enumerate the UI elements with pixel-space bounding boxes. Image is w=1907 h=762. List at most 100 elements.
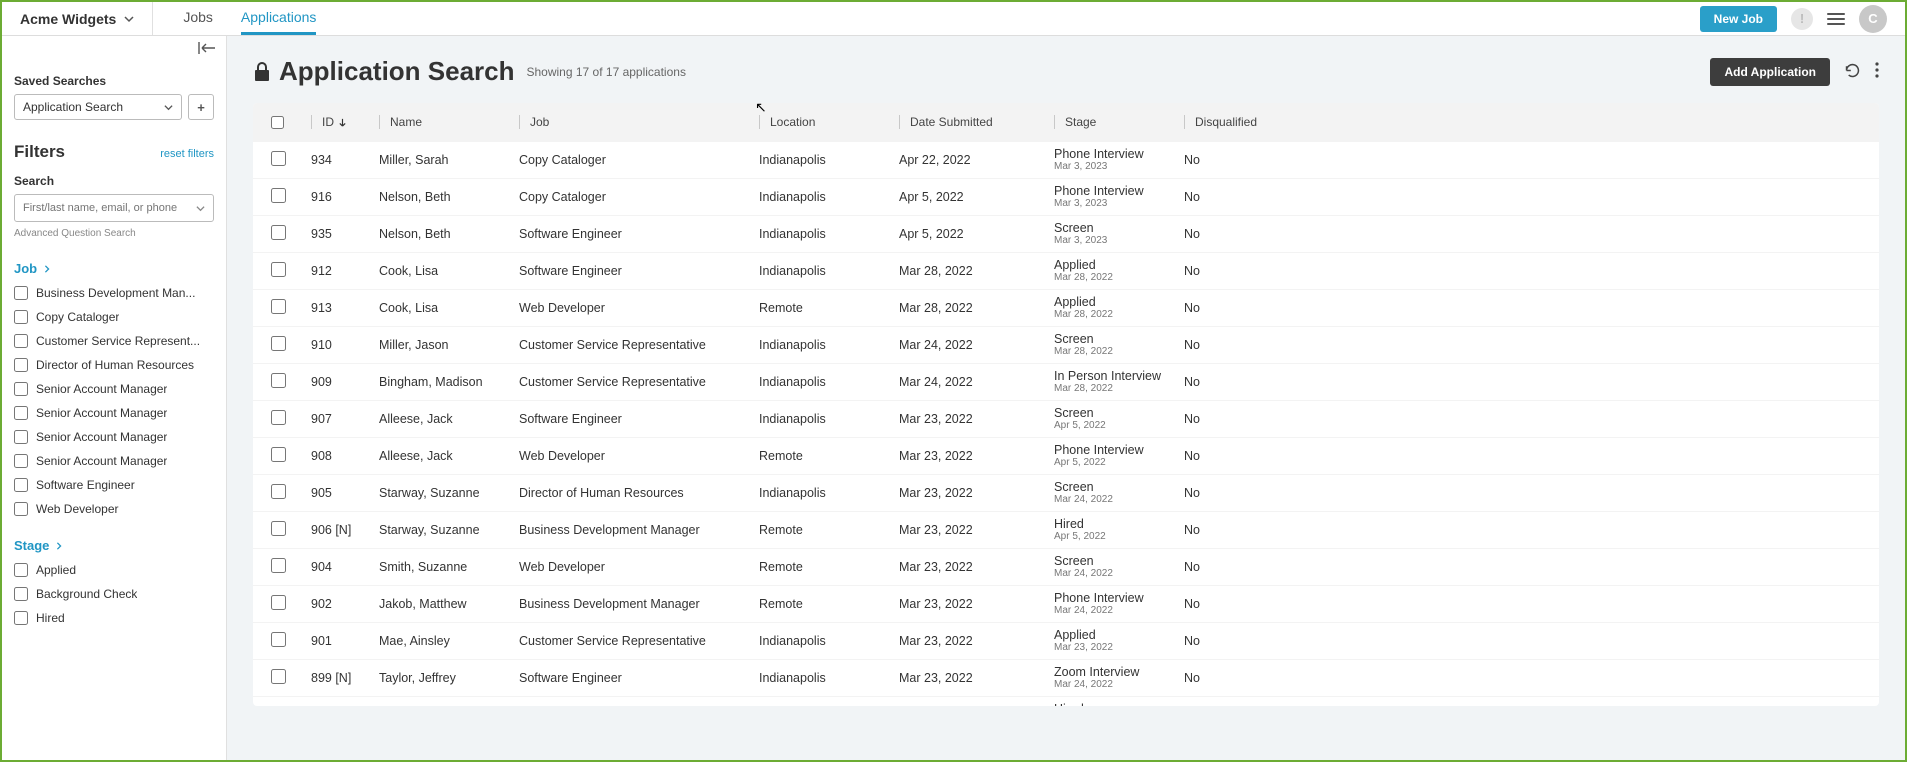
more-icon[interactable]: [1875, 62, 1879, 81]
row-checkbox[interactable]: [271, 299, 286, 314]
filter-checkbox[interactable]: [14, 502, 28, 516]
filter-checkbox[interactable]: [14, 563, 28, 577]
table-row[interactable]: 899 [N]Taylor, JeffreySoftware EngineerI…: [253, 659, 1879, 696]
row-checkbox[interactable]: [271, 521, 286, 536]
advanced-search-link[interactable]: Advanced Question Search: [14, 228, 214, 239]
table-row[interactable]: 900 [N]Taylor, JeffreyWeb DeveloperRemot…: [253, 696, 1879, 706]
saved-searches-label: Saved Searches: [14, 74, 214, 88]
collapse-sidebar-icon[interactable]: [198, 41, 216, 58]
col-name[interactable]: Name: [379, 115, 519, 129]
col-disqualified[interactable]: Disqualified: [1184, 115, 1304, 129]
filter-checkbox[interactable]: [14, 358, 28, 372]
row-checkbox[interactable]: [271, 484, 286, 499]
row-checkbox[interactable]: [271, 225, 286, 240]
row-checkbox[interactable]: [271, 632, 286, 647]
cell-name: Cook, Lisa: [379, 264, 519, 278]
filter-checkbox[interactable]: [14, 310, 28, 324]
table-row[interactable]: 906 [N]Starway, SuzanneBusiness Developm…: [253, 511, 1879, 548]
new-job-button[interactable]: New Job: [1700, 6, 1777, 32]
table-row[interactable]: 916Nelson, BethCopy CatalogerIndianapoli…: [253, 178, 1879, 215]
alerts-icon[interactable]: !: [1791, 8, 1813, 30]
cell-disqualified: No: [1184, 301, 1304, 315]
cell-location: Indianapolis: [759, 412, 899, 426]
table-row[interactable]: 907Alleese, JackSoftware EngineerIndiana…: [253, 400, 1879, 437]
filters-heading: Filters: [14, 142, 65, 162]
search-input-wrapper[interactable]: [14, 194, 214, 222]
job-filter-item[interactable]: Senior Account Manager: [14, 430, 214, 444]
org-switcher[interactable]: Acme Widgets: [2, 2, 153, 35]
search-input[interactable]: [23, 202, 196, 214]
col-job[interactable]: Job: [519, 115, 759, 129]
nav-applications[interactable]: Applications: [241, 2, 317, 35]
job-filter-item[interactable]: Copy Cataloger: [14, 310, 214, 324]
row-checkbox[interactable]: [271, 151, 286, 166]
job-filter-item[interactable]: Senior Account Manager: [14, 454, 214, 468]
job-filter-item[interactable]: Director of Human Resources: [14, 358, 214, 372]
cell-date: Mar 24, 2022: [899, 375, 1054, 389]
job-filter-item[interactable]: Senior Account Manager: [14, 406, 214, 420]
job-filter-item[interactable]: Software Engineer: [14, 478, 214, 492]
row-checkbox[interactable]: [271, 336, 286, 351]
table-header: ID Name Job Location Date Submitted Stag…: [253, 103, 1879, 141]
stage-filter-item[interactable]: Applied: [14, 563, 214, 577]
filter-checkbox[interactable]: [14, 382, 28, 396]
table-row[interactable]: 909Bingham, MadisonCustomer Service Repr…: [253, 363, 1879, 400]
row-checkbox[interactable]: [271, 373, 286, 388]
job-filter-item[interactable]: Customer Service Represent...: [14, 334, 214, 348]
table-row[interactable]: 913Cook, LisaWeb DeveloperRemoteMar 28, …: [253, 289, 1879, 326]
table-row[interactable]: 912Cook, LisaSoftware EngineerIndianapol…: [253, 252, 1879, 289]
stage-filter-item[interactable]: Hired: [14, 611, 214, 625]
menu-icon[interactable]: [1827, 13, 1845, 25]
col-stage[interactable]: Stage: [1054, 115, 1184, 129]
filter-checkbox[interactable]: [14, 587, 28, 601]
table-row[interactable]: 908Alleese, JackWeb DeveloperRemoteMar 2…: [253, 437, 1879, 474]
job-filter-item[interactable]: Business Development Man...: [14, 286, 214, 300]
row-checkbox[interactable]: [271, 447, 286, 462]
col-date[interactable]: Date Submitted: [899, 115, 1054, 129]
add-saved-search-button[interactable]: +: [188, 94, 214, 120]
filter-section-stage[interactable]: Stage: [14, 538, 214, 553]
cell-disqualified: No: [1184, 634, 1304, 648]
filter-checkbox[interactable]: [14, 454, 28, 468]
filter-checkbox[interactable]: [14, 286, 28, 300]
stage-filter-item[interactable]: Background Check: [14, 587, 214, 601]
row-checkbox[interactable]: [271, 558, 286, 573]
table-row[interactable]: 901Mae, AinsleyCustomer Service Represen…: [253, 622, 1879, 659]
filter-checkbox[interactable]: [14, 430, 28, 444]
job-filter-item[interactable]: Senior Account Manager: [14, 382, 214, 396]
row-checkbox[interactable]: [271, 595, 286, 610]
reset-filters-link[interactable]: reset filters: [160, 148, 214, 160]
cell-name: Nelson, Beth: [379, 190, 519, 204]
row-checkbox[interactable]: [271, 669, 286, 684]
table-row[interactable]: 904Smith, SuzanneWeb DeveloperRemoteMar …: [253, 548, 1879, 585]
cell-disqualified: No: [1184, 449, 1304, 463]
nav-jobs[interactable]: Jobs: [183, 2, 213, 35]
row-checkbox[interactable]: [271, 188, 286, 203]
col-location[interactable]: Location: [759, 115, 899, 129]
table-row[interactable]: 910Miller, JasonCustomer Service Represe…: [253, 326, 1879, 363]
saved-search-select[interactable]: Application Search: [14, 94, 182, 120]
filter-checkbox[interactable]: [14, 478, 28, 492]
cell-date: Mar 23, 2022: [899, 634, 1054, 648]
select-all-checkbox[interactable]: [271, 116, 284, 129]
avatar[interactable]: C: [1859, 5, 1887, 33]
filter-checkbox[interactable]: [14, 334, 28, 348]
job-filter-item[interactable]: Web Developer: [14, 502, 214, 516]
table-row[interactable]: 902Jakob, MatthewBusiness Development Ma…: [253, 585, 1879, 622]
col-id[interactable]: ID: [311, 115, 379, 129]
row-checkbox[interactable]: [271, 262, 286, 277]
refresh-icon[interactable]: [1844, 62, 1861, 82]
cell-location: Remote: [759, 301, 899, 315]
filter-checkbox[interactable]: [14, 611, 28, 625]
filter-checkbox[interactable]: [14, 406, 28, 420]
table-row[interactable]: 935Nelson, BethSoftware EngineerIndianap…: [253, 215, 1879, 252]
add-application-button[interactable]: Add Application: [1710, 58, 1830, 86]
filter-section-job[interactable]: Job: [14, 261, 214, 276]
filter-label: Software Engineer: [36, 478, 135, 492]
cell-date: Mar 23, 2022: [899, 412, 1054, 426]
cell-date: Mar 23, 2022: [899, 671, 1054, 685]
cell-name: Starway, Suzanne: [379, 486, 519, 500]
row-checkbox[interactable]: [271, 410, 286, 425]
table-row[interactable]: 905Starway, SuzanneDirector of Human Res…: [253, 474, 1879, 511]
table-row[interactable]: 934Miller, SarahCopy CatalogerIndianapol…: [253, 141, 1879, 178]
